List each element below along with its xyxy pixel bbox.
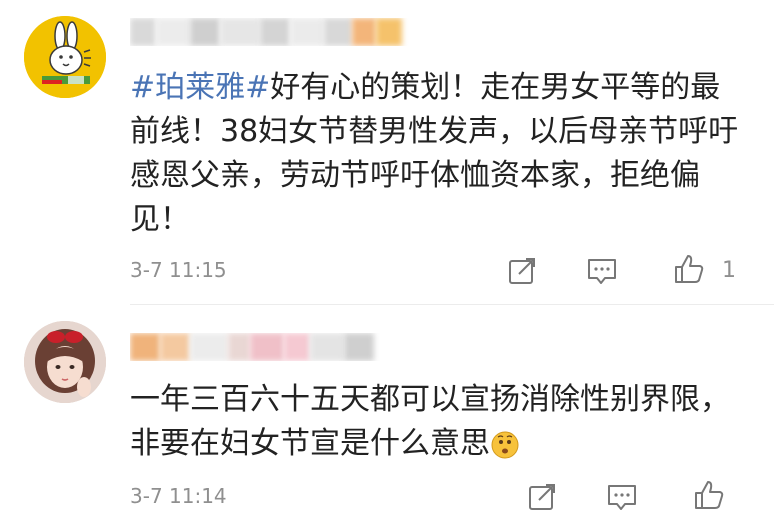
thumbs-up-icon[interactable] bbox=[672, 252, 706, 286]
avatar[interactable] bbox=[24, 16, 106, 98]
timestamp: 3-7 11:15 bbox=[130, 258, 227, 282]
timestamp: 3-7 11:14 bbox=[130, 484, 227, 508]
thinking-face-icon bbox=[491, 431, 519, 458]
comment-icon[interactable] bbox=[585, 254, 619, 288]
thumbs-up-icon[interactable] bbox=[692, 478, 726, 512]
share-icon[interactable] bbox=[505, 254, 539, 288]
avatar[interactable] bbox=[24, 321, 106, 403]
comment-item: 一年三百六十五天都可以宣扬消除性别界限，非要在妇女节宣是什么意思 3-7 11:… bbox=[0, 308, 774, 524]
comment-icon[interactable] bbox=[605, 480, 639, 514]
comment-text: 一年三百六十五天都可以宣扬消除性别界限，非要在妇女节宣是什么意思 bbox=[130, 378, 740, 466]
comment-body: 一年三百六十五天都可以宣扬消除性别界限，非要在妇女节宣是什么意思 bbox=[130, 382, 730, 461]
like-count: 1 bbox=[722, 258, 736, 283]
comment-item: #珀莱雅#好有心的策划！走在男女平等的最前线！38妇女节替男性发声，以后母亲节呼… bbox=[0, 0, 774, 300]
username-blurred[interactable] bbox=[130, 333, 380, 361]
hashtag-link[interactable]: #珀莱雅# bbox=[130, 70, 270, 105]
bunny-avatar-icon bbox=[24, 16, 106, 98]
username-blurred[interactable] bbox=[130, 18, 410, 46]
girl-avatar-icon bbox=[24, 321, 106, 403]
comment-divider bbox=[130, 304, 774, 305]
comment-text: #珀莱雅#好有心的策划！走在男女平等的最前线！38妇女节替男性发声，以后母亲节呼… bbox=[130, 66, 740, 242]
share-icon[interactable] bbox=[525, 480, 559, 514]
